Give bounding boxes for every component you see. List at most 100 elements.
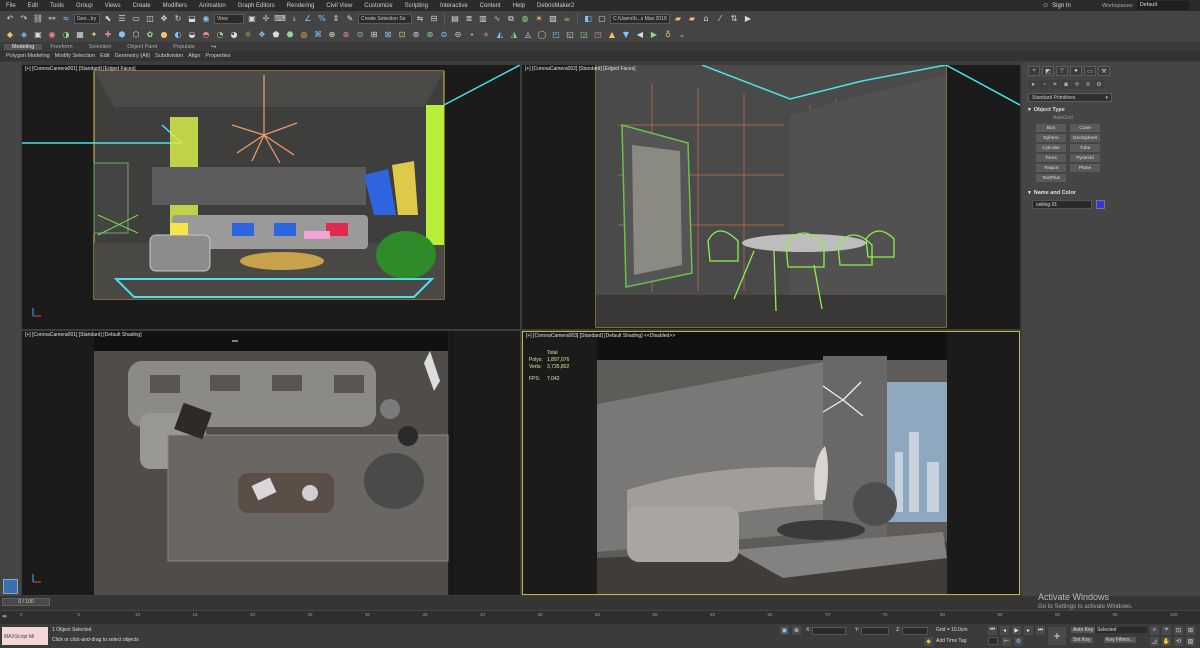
brush-icon[interactable]: ⁄	[714, 13, 726, 25]
box-button[interactable]: Box	[1036, 124, 1066, 132]
space-warps-icon[interactable]: ≋	[1083, 80, 1093, 89]
tool-f-icon[interactable]: ▦	[74, 28, 86, 40]
selection-filter-dropdown[interactable]: Geo...try	[74, 13, 100, 24]
tool-u-icon[interactable]: ⬣	[284, 28, 296, 40]
cameras-icon[interactable]: ◙	[1061, 80, 1071, 89]
menu-file[interactable]: File	[0, 3, 22, 9]
systems-icon[interactable]: ⚙	[1094, 80, 1104, 89]
menu-views[interactable]: Views	[99, 3, 127, 9]
toggle-scene-explorer-icon[interactable]: ▤	[449, 13, 461, 25]
menu-scripting[interactable]: Scripting	[399, 3, 434, 9]
tab-populate[interactable]: Populate	[165, 44, 203, 50]
cylinder-button[interactable]: Cylinder	[1036, 144, 1066, 152]
geometry-all-button[interactable]: Geometry (All)	[115, 53, 150, 59]
hierarchy-tab-icon[interactable]: ⊤	[1056, 66, 1068, 76]
menu-modifiers[interactable]: Modifiers	[157, 3, 193, 9]
pyramid-button[interactable]: Pyramid	[1070, 154, 1100, 162]
workspaces-dropdown[interactable]: Default	[1136, 1, 1189, 10]
add-time-tag-button[interactable]: Add Time Tag	[936, 638, 966, 644]
tube-button[interactable]: Tube	[1070, 144, 1100, 152]
scale-icon[interactable]: ⬓	[186, 13, 198, 25]
viewport-bottom-right-active[interactable]: [+] [CoronaCamera003] [Standard] [Defaul…	[522, 331, 1020, 595]
ribbon-options-icon[interactable]: ▪◂	[203, 44, 224, 50]
viewport-top-right[interactable]: [+] [CoronaCamera002] [Standard] [Edged …	[522, 65, 1020, 329]
expand-chevron-icon[interactable]: ⌄	[676, 28, 688, 40]
tool-ac-icon[interactable]: ⊡	[396, 28, 408, 40]
mirror-icon[interactable]: ⇋	[414, 13, 426, 25]
next-frame-icon[interactable]: ▸	[1024, 626, 1033, 635]
object-color-swatch[interactable]	[1096, 200, 1105, 209]
tool-t-icon[interactable]: ⬟	[270, 28, 282, 40]
spinner-snap-icon[interactable]: ⇕	[330, 13, 342, 25]
menu-customize[interactable]: Customize	[358, 3, 398, 9]
select-by-name-icon[interactable]: ☰	[116, 13, 128, 25]
tool-aq-icon[interactable]: ◳	[592, 28, 604, 40]
key-filters-button[interactable]: Key Filters...	[1104, 637, 1136, 643]
menu-create[interactable]: Create	[127, 3, 157, 9]
tab-modeling[interactable]: Modeling	[4, 43, 43, 50]
tool-g-icon[interactable]: ✦	[88, 28, 100, 40]
tool-p-icon[interactable]: ◔	[214, 28, 226, 40]
track-bar[interactable]: ⇹ 0 5 10 15 20 25 30 35 40 45 50 55 60 65 70 75 80 85 90 95…	[0, 610, 1200, 624]
create-project-icon[interactable]: ▰	[686, 13, 698, 25]
object-name-field[interactable]: ceiling 01	[1032, 200, 1092, 209]
tool-ai-icon[interactable]: ⋄	[480, 28, 492, 40]
render-production-icon[interactable]: ☕	[561, 13, 573, 25]
zoom-icon[interactable]: ⌕	[1150, 626, 1159, 635]
time-slider[interactable]: 0 / 100	[2, 598, 50, 606]
viewport-label[interactable]: [+] [CoronaCamera003] [Standard] [Defaul…	[526, 333, 675, 339]
tool-ao-icon[interactable]: ◱	[564, 28, 576, 40]
tool-b-icon[interactable]: ◈	[18, 28, 30, 40]
tool-k-icon[interactable]: ✿	[144, 28, 156, 40]
tool-an-icon[interactable]: ◰	[550, 28, 562, 40]
play-animation-icon[interactable]: ▶	[1012, 626, 1021, 635]
pivot-center-icon[interactable]: ▣	[246, 13, 258, 25]
zoom-all-icon[interactable]: ⌖	[1162, 626, 1171, 635]
menu-edit[interactable]: Edit	[22, 3, 44, 9]
project-path-dropdown[interactable]: C:\Users\h...s Max 2019	[610, 13, 670, 24]
tool-al-icon[interactable]: ◬	[522, 28, 534, 40]
viewport-bottom-left[interactable]: [+] [CoronaCamera001] [Standard] [Defaul…	[22, 331, 520, 595]
go-to-end-icon[interactable]: ⏭	[1036, 626, 1045, 635]
material-editor-icon[interactable]: ◍	[519, 13, 531, 25]
modify-tab-icon[interactable]: ◩	[1042, 66, 1054, 76]
autogrid-checkbox[interactable]: AutoGrid	[1053, 115, 1196, 121]
align-icon[interactable]: ⊟	[428, 13, 440, 25]
tool-d-icon[interactable]: ◉	[46, 28, 58, 40]
menu-civil-view[interactable]: Civil View	[320, 3, 358, 9]
open-project-icon[interactable]: ▰	[672, 13, 684, 25]
align-button[interactable]: Align	[188, 53, 200, 59]
lock-selection-icon[interactable]: ▣	[780, 626, 789, 635]
polygon-modeling-button[interactable]: Polygon Modeling	[6, 53, 50, 59]
orbit-icon[interactable]: ⟲	[1174, 637, 1183, 646]
set-key-button[interactable]: Set Key	[1071, 637, 1093, 643]
time-tag-icon[interactable]: ◆	[924, 637, 933, 646]
undo-icon[interactable]: ↶	[4, 13, 16, 25]
tool-as-icon[interactable]: ▼	[620, 28, 632, 40]
current-frame-field[interactable]	[988, 637, 998, 645]
y-coordinate-field[interactable]	[861, 627, 889, 635]
rotate-icon[interactable]: ↻	[172, 13, 184, 25]
select-object-icon[interactable]: ⬉	[102, 13, 114, 25]
set-project-icon[interactable]: ⌂	[700, 13, 712, 25]
tab-selection[interactable]: Selection	[81, 44, 120, 50]
tool-x-icon[interactable]: ⊕	[326, 28, 338, 40]
tool-ar-icon[interactable]: ▲	[606, 28, 618, 40]
menu-animation[interactable]: Animation	[193, 3, 232, 9]
tool-v-icon[interactable]: ◎	[298, 28, 310, 40]
menu-help[interactable]: Help	[507, 3, 531, 9]
menu-interactive[interactable]: Interactive	[434, 3, 474, 9]
link-icon[interactable]: ⛓	[32, 13, 44, 25]
lights-icon[interactable]: ☀	[1050, 80, 1060, 89]
viewport-toggle-icon[interactable]: ▨	[1186, 637, 1195, 646]
tool-ak-icon[interactable]: ◮	[508, 28, 520, 40]
tool-m-icon[interactable]: ◐	[172, 28, 184, 40]
primitive-type-dropdown[interactable]: Standard Primitives ▾	[1028, 93, 1112, 102]
key-mode-icon[interactable]: ⊢	[1002, 637, 1011, 646]
tool-ah-icon[interactable]: ⋆	[466, 28, 478, 40]
render-setup-icon[interactable]: ☀	[533, 13, 545, 25]
tool-c-icon[interactable]: ▣	[32, 28, 44, 40]
menu-debrismaker2[interactable]: DebrisMaker2	[531, 3, 580, 9]
tool-h-icon[interactable]: ✚	[102, 28, 114, 40]
project-folder-icon[interactable]: ▢	[596, 13, 608, 25]
